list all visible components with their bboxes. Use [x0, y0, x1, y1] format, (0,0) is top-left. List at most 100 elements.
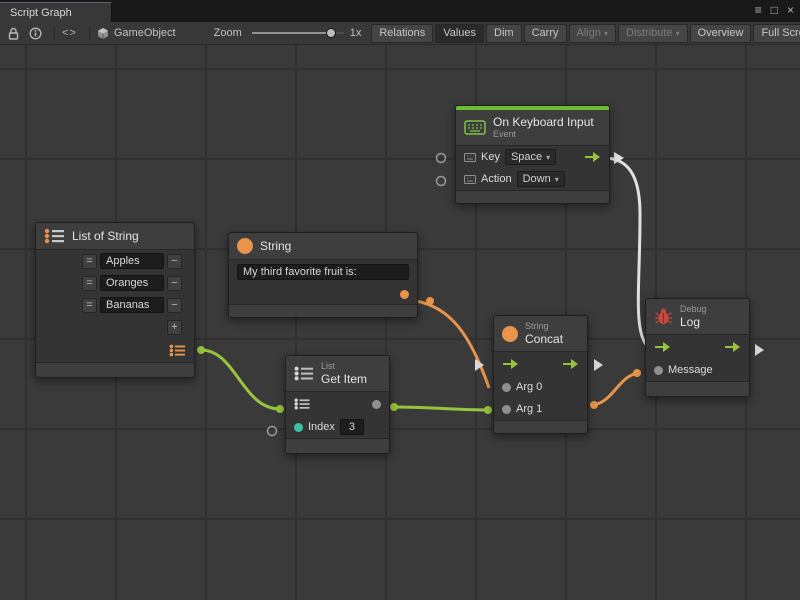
- node-title: String: [260, 239, 291, 253]
- list-input-port-icon[interactable]: [294, 398, 310, 410]
- index-row: Index 3: [286, 416, 389, 438]
- arg0-row: Arg 0: [494, 376, 587, 398]
- string-value-field[interactable]: My third favorite fruit is:: [237, 264, 409, 280]
- distribute-label: Distribute: [626, 27, 672, 39]
- arg1-label: Arg 1: [516, 403, 542, 415]
- tab-script-graph[interactable]: Script Graph: [0, 2, 112, 22]
- arg1-input-port[interactable]: [502, 405, 511, 414]
- info-icon[interactable]: [29, 27, 42, 40]
- keyboard-icon: [464, 120, 486, 135]
- index-label: Index: [308, 421, 335, 433]
- flow-in-port[interactable]: [654, 341, 671, 353]
- node-get-item[interactable]: List Get Item Index 3: [285, 355, 390, 454]
- list-item-field[interactable]: Oranges: [100, 275, 164, 291]
- bug-icon: [654, 308, 673, 325]
- lock-icon[interactable]: [8, 27, 19, 40]
- node-footer: [36, 362, 194, 377]
- relations-button[interactable]: Relations: [371, 24, 433, 43]
- item-output-port[interactable]: [372, 400, 381, 409]
- list-item-field[interactable]: Apples: [100, 253, 164, 269]
- string-type-icon: [502, 326, 518, 342]
- fullscreen-button[interactable]: Full Screen: [753, 24, 800, 43]
- dim-button[interactable]: Dim: [486, 24, 522, 43]
- list-icon: [294, 366, 314, 381]
- node-footer: [456, 190, 609, 203]
- flow-out-port[interactable]: [562, 358, 579, 370]
- key-value: Space: [511, 151, 542, 163]
- align-dropdown-button[interactable]: Align ▾: [569, 24, 617, 43]
- toolbar-separator: [54, 26, 55, 41]
- add-item-button[interactable]: +: [167, 320, 182, 335]
- window-controls: ≡ □ ×: [755, 2, 794, 18]
- index-field[interactable]: 3: [340, 419, 364, 435]
- list-item-field[interactable]: Bananas: [100, 297, 164, 313]
- action-port-row: Action Down ▾: [456, 168, 609, 190]
- node-footer: [494, 420, 587, 433]
- flow-out-port[interactable]: [724, 341, 741, 353]
- action-dropdown[interactable]: Down ▾: [517, 171, 565, 187]
- action-label: Action: [481, 173, 512, 185]
- node-on-keyboard-input[interactable]: On Keyboard Input Event Key Space ▾ Acti…: [455, 105, 610, 204]
- target-gameobject-label[interactable]: GameObject: [114, 27, 176, 39]
- list-item-row: = Apples −: [36, 250, 194, 272]
- zoom-slider-fill: [252, 32, 331, 34]
- list-input-row: [286, 392, 389, 416]
- distribute-dropdown-button[interactable]: Distribute ▾: [618, 24, 688, 43]
- window-maximize-icon[interactable]: □: [771, 2, 778, 18]
- arg0-input-port[interactable]: [502, 383, 511, 392]
- action-port-icon[interactable]: [464, 175, 476, 184]
- code-icon[interactable]: <>: [62, 27, 77, 39]
- node-list-of-string[interactable]: List of String = Apples − = Oranges − = …: [35, 222, 195, 378]
- arg0-label: Arg 0: [516, 381, 542, 393]
- key-port-row: Key Space ▾: [456, 146, 609, 168]
- overview-button[interactable]: Overview: [690, 24, 752, 43]
- align-label: Align: [577, 27, 601, 39]
- chevron-down-icon: ▾: [676, 29, 680, 38]
- key-dropdown[interactable]: Space ▾: [505, 149, 556, 165]
- string-output-row: [229, 284, 417, 304]
- chevron-down-icon: ▾: [546, 153, 550, 162]
- node-category: Debug: [680, 304, 707, 315]
- remove-item-button[interactable]: −: [167, 276, 182, 291]
- graph-toolbar: <> GameObject Zoom 1x Relations Values D…: [0, 22, 800, 45]
- index-input-port[interactable]: [294, 423, 303, 432]
- flow-row: [646, 335, 749, 359]
- node-title: Get Item: [321, 372, 367, 386]
- remove-item-button[interactable]: −: [167, 254, 182, 269]
- window-close-icon[interactable]: ×: [787, 2, 794, 18]
- node-title: List of String: [72, 229, 139, 243]
- drag-handle[interactable]: =: [82, 276, 97, 291]
- titlebar: Script Graph ≡ □ ×: [0, 0, 800, 22]
- zoom-slider-knob[interactable]: [326, 28, 336, 38]
- message-input-port[interactable]: [654, 366, 663, 375]
- list-output-port-icon[interactable]: [169, 344, 186, 357]
- string-output-port[interactable]: [400, 290, 409, 299]
- node-title: On Keyboard Input: [493, 115, 594, 129]
- list-item-row: = Bananas −: [36, 294, 194, 316]
- chevron-down-icon: ▾: [604, 29, 608, 38]
- node-debug-log[interactable]: Debug Log Message: [645, 298, 750, 397]
- list-icon: [44, 228, 65, 244]
- flow-in-port[interactable]: [502, 358, 519, 370]
- gameobject-cube-icon: [97, 27, 109, 40]
- zoom-value: 1x: [350, 27, 362, 39]
- flow-out-port[interactable]: [584, 151, 601, 163]
- remove-item-button[interactable]: −: [167, 298, 182, 313]
- node-footer: [286, 438, 389, 453]
- drag-handle[interactable]: =: [82, 254, 97, 269]
- zoom-label: Zoom: [214, 27, 242, 39]
- list-item-row: = Oranges −: [36, 272, 194, 294]
- tab-title: Script Graph: [10, 7, 72, 19]
- string-type-icon: [237, 238, 253, 254]
- zoom-slider[interactable]: [252, 27, 344, 39]
- flow-row: [494, 352, 587, 376]
- key-port-icon[interactable]: [464, 153, 476, 162]
- node-title: Log: [680, 315, 707, 329]
- drag-handle[interactable]: =: [82, 298, 97, 313]
- values-button[interactable]: Values: [435, 24, 484, 43]
- message-row: Message: [646, 359, 749, 381]
- node-concat[interactable]: String Concat Arg 0 Arg 1: [493, 315, 588, 434]
- window-menu-icon[interactable]: ≡: [755, 2, 762, 18]
- node-string-literal[interactable]: String My third favorite fruit is:: [228, 232, 418, 318]
- carry-button[interactable]: Carry: [524, 24, 567, 43]
